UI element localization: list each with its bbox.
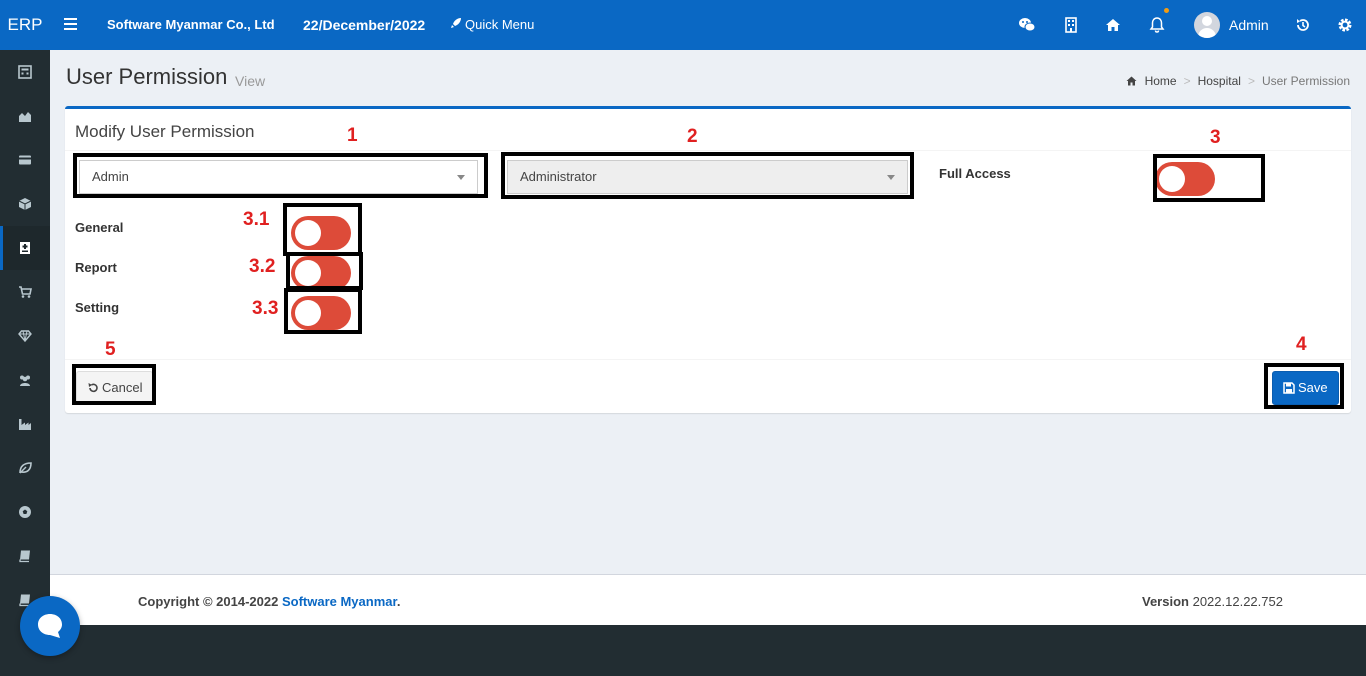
- divider: [65, 359, 1351, 360]
- wechat-icon[interactable]: [1018, 16, 1036, 34]
- breadcrumb-home[interactable]: Home: [1145, 74, 1177, 88]
- company-link[interactable]: Software Myanmar: [282, 594, 397, 609]
- home-icon: [1126, 74, 1144, 88]
- breadcrumb: Home > Hospital > User Permission: [1126, 74, 1350, 88]
- toggle-knob: [295, 300, 321, 326]
- toggle-knob: [295, 260, 321, 286]
- chat-widget-button[interactable]: [20, 596, 80, 656]
- breadcrumb-current: User Permission: [1261, 74, 1350, 88]
- annotation-number-2: 2: [687, 126, 698, 147]
- copyright-text: Copyright © 2014-2022: [138, 594, 282, 609]
- save-label: Save: [1298, 380, 1328, 395]
- soccer-icon[interactable]: [0, 490, 50, 534]
- page-subtitle: View: [235, 73, 266, 89]
- permission-label-general: General: [75, 220, 124, 235]
- annotation-number-4: 4: [1296, 334, 1307, 355]
- notification-bell-icon[interactable]: [1148, 8, 1169, 34]
- report-toggle[interactable]: [291, 256, 351, 290]
- toggle-knob: [295, 220, 321, 246]
- credit-card-icon[interactable]: [0, 138, 50, 182]
- history-icon[interactable]: [1294, 16, 1312, 34]
- users-icon[interactable]: [0, 358, 50, 402]
- user-select[interactable]: Admin: [79, 160, 478, 194]
- annotation-number-1: 1: [347, 125, 358, 146]
- cart-icon[interactable]: [0, 270, 50, 314]
- book-icon[interactable]: [0, 534, 50, 578]
- toggle-knob: [1159, 166, 1185, 192]
- version-value: 2022.12.22.752: [1192, 594, 1283, 609]
- home-icon[interactable]: [1104, 16, 1122, 34]
- role-select-value: Administrator: [520, 169, 597, 184]
- building-icon[interactable]: [1062, 16, 1080, 34]
- annotation-number-5: 5: [105, 339, 116, 360]
- divider: [65, 150, 1351, 151]
- general-toggle[interactable]: [291, 216, 351, 250]
- rocket-icon: [450, 0, 462, 50]
- chevron-down-icon: [457, 175, 465, 180]
- copyright-suffix: .: [396, 594, 401, 609]
- version-label: Version: [1142, 594, 1189, 609]
- setting-toggle[interactable]: [291, 296, 351, 330]
- user-select-value: Admin: [92, 169, 129, 184]
- chevron-down-icon: [887, 175, 895, 180]
- floppy-disk-icon: [1283, 382, 1295, 394]
- undo-icon: [88, 383, 98, 393]
- calculator-icon[interactable]: [0, 50, 50, 94]
- cancel-button[interactable]: Cancel: [76, 371, 154, 405]
- box-title: Modify User Permission: [75, 122, 255, 141]
- industry-icon[interactable]: [0, 402, 50, 446]
- user-avatar[interactable]: [1194, 12, 1220, 38]
- full-access-label: Full Access: [939, 166, 1011, 181]
- copyright: Copyright © 2014-2022 Software Myanmar.: [138, 594, 400, 609]
- chat-bubble-icon: [38, 614, 62, 638]
- version: Version 2022.12.22.752: [1142, 594, 1283, 609]
- bottom-bar: [0, 625, 1366, 676]
- area-chart-icon[interactable]: [0, 94, 50, 138]
- app-logo[interactable]: ERP: [0, 0, 50, 50]
- annotation-number-3-3: 3.3: [252, 298, 279, 319]
- quick-menu-label: Quick Menu: [465, 17, 535, 32]
- leaf-icon[interactable]: [0, 446, 50, 490]
- sidebar-toggle-icon[interactable]: [64, 18, 77, 30]
- top-navbar: ERP Software Myanmar Co., Ltd 22/Decembe…: [0, 0, 1366, 50]
- full-access-toggle[interactable]: [1155, 162, 1215, 196]
- annotation-number-3-2: 3.2: [249, 256, 276, 277]
- company-name: Software Myanmar Co., Ltd: [107, 17, 275, 32]
- annotation-number-3-1: 3.1: [243, 209, 270, 230]
- sidebar: [0, 50, 50, 676]
- current-date: 22/December/2022: [303, 17, 426, 33]
- role-select[interactable]: Administrator: [507, 160, 908, 194]
- save-button[interactable]: Save: [1272, 371, 1339, 405]
- quick-menu-link[interactable]: Quick Menu: [450, 0, 534, 50]
- page-title: User Permission: [66, 64, 228, 89]
- hospital-icon[interactable]: [0, 226, 50, 270]
- notification-dot: [1164, 8, 1169, 13]
- breadcrumb-hospital[interactable]: Hospital: [1198, 74, 1241, 88]
- cancel-label: Cancel: [102, 380, 143, 395]
- cube-icon[interactable]: [0, 182, 50, 226]
- annotation-number-3: 3: [1210, 127, 1221, 148]
- footer: Copyright © 2014-2022 Software Myanmar. …: [50, 574, 1366, 625]
- permission-label-report: Report: [75, 260, 117, 275]
- permission-label-setting: Setting: [75, 300, 120, 315]
- diamond-icon[interactable]: [0, 314, 50, 358]
- gear-icon[interactable]: [1336, 16, 1354, 34]
- user-name[interactable]: Admin: [1229, 0, 1269, 50]
